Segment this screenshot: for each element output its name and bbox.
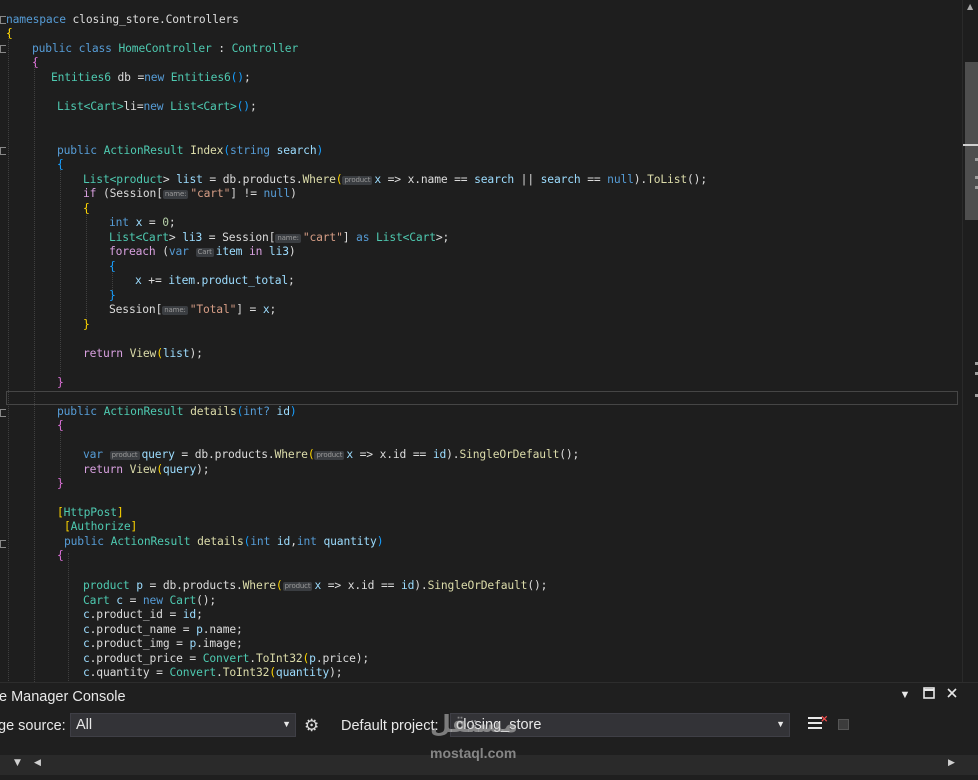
fold-toggle-icon[interactable] bbox=[0, 539, 6, 548]
code-line: } bbox=[109, 289, 116, 302]
scroll-right-arrow-icon[interactable]: ▶ bbox=[948, 758, 955, 768]
scrollbar-thumb[interactable] bbox=[965, 62, 978, 220]
fold-gutter bbox=[0, 0, 8, 682]
code-line: List<product> list = db.products.Where(p… bbox=[83, 173, 707, 186]
code-line: } bbox=[57, 477, 64, 490]
code-line: public ActionResult details(int? id) bbox=[57, 405, 297, 418]
dropdown-arrow-icon[interactable]: ▼ bbox=[14, 758, 21, 768]
fold-toggle-icon[interactable] bbox=[0, 146, 6, 155]
code-line: { bbox=[57, 158, 64, 171]
maximize-icon[interactable] bbox=[921, 687, 937, 702]
code-line: c.product_price = Convert.ToInt32(p.pric… bbox=[83, 652, 370, 665]
code-line: int x = 0; bbox=[109, 216, 176, 229]
chevron-down-icon: ▼ bbox=[282, 719, 291, 729]
default-project-select[interactable]: closing_store ▼ bbox=[450, 713, 790, 737]
code-line: c.product_name = p.name; bbox=[83, 623, 243, 636]
fold-toggle-icon[interactable] bbox=[0, 44, 6, 53]
code-line: { bbox=[109, 260, 116, 273]
code-line: c.quantity = Convert.ToInt32(quantity); bbox=[83, 666, 343, 679]
close-icon[interactable] bbox=[944, 687, 960, 702]
code-line: Session[name: "Total"] = x; bbox=[109, 303, 277, 316]
code-line: [Authorize] bbox=[64, 520, 138, 533]
code-line: Entities6 db =new Entities6(); bbox=[51, 71, 251, 84]
code-line: { bbox=[6, 27, 13, 40]
default-project-label: Default project: bbox=[341, 718, 439, 734]
code-line: List<Cart>li=new List<Cart>(); bbox=[57, 100, 257, 113]
panel-title: e Manager Console bbox=[0, 689, 126, 705]
code-line: foreach (var Cart item in li3) bbox=[109, 245, 296, 258]
fold-toggle-icon[interactable] bbox=[0, 408, 6, 417]
code-line: } bbox=[57, 376, 64, 389]
code-line: public ActionResult details(int id,int q… bbox=[64, 535, 384, 548]
code-line: c.product_id = id; bbox=[83, 608, 203, 621]
package-manager-console: e Manager Console ▼ ge source: All ▼ ⚙ D… bbox=[0, 682, 978, 780]
code-line: var product query = db.products.Where(pro… bbox=[83, 448, 580, 461]
current-line-highlight bbox=[6, 391, 958, 405]
code-line: return View(query); bbox=[83, 463, 210, 476]
package-source-value: All bbox=[76, 717, 93, 733]
code-line: { bbox=[57, 419, 64, 432]
horizontal-scrollbar[interactable]: ▼ ◀ ▶ bbox=[0, 755, 978, 775]
code-line: public class HomeController : Controller bbox=[32, 42, 299, 55]
code-line: namespace closing_store.Controllers bbox=[6, 13, 239, 26]
settings-gear-icon[interactable]: ⚙ bbox=[304, 716, 319, 736]
default-project-value: closing_store bbox=[456, 717, 542, 733]
code-editor[interactable]: namespace closing_store.Controllers { pu… bbox=[0, 0, 962, 682]
code-line: { bbox=[83, 202, 90, 215]
scroll-left-arrow-icon[interactable]: ◀ bbox=[34, 758, 41, 768]
package-source-select[interactable]: All ▼ bbox=[70, 713, 296, 737]
code-line: public ActionResult Index(string search) bbox=[57, 144, 324, 157]
stop-icon[interactable] bbox=[838, 719, 849, 730]
scroll-up-arrow-icon[interactable]: ▲ bbox=[967, 2, 973, 11]
clear-console-icon[interactable]: ✕ bbox=[808, 714, 828, 733]
code-line: { bbox=[57, 549, 64, 562]
vertical-scrollbar[interactable]: ▲ bbox=[962, 0, 978, 682]
code-line: if (Session[name: "cart"] != null) bbox=[83, 187, 297, 200]
dropdown-arrow-icon[interactable]: ▼ bbox=[897, 689, 913, 701]
code-line: List<Cart> li3 = Session[name: "cart"] as… bbox=[109, 231, 450, 244]
code-line: return View(list); bbox=[83, 347, 203, 360]
code-line: c.product_img = p.image; bbox=[83, 637, 243, 650]
code-line: } bbox=[83, 318, 90, 331]
caret-position-marker bbox=[963, 144, 978, 146]
code-line: Cart c = new Cart(); bbox=[83, 594, 217, 607]
code-line: [HttpPost] bbox=[57, 506, 124, 519]
package-source-label: ge source: bbox=[0, 718, 66, 734]
code-line: { bbox=[32, 56, 39, 69]
chevron-down-icon: ▼ bbox=[776, 719, 785, 729]
code-line: product p = db.products.Where(product x =… bbox=[83, 579, 548, 592]
code-line: x += item.product_total; bbox=[135, 274, 295, 287]
